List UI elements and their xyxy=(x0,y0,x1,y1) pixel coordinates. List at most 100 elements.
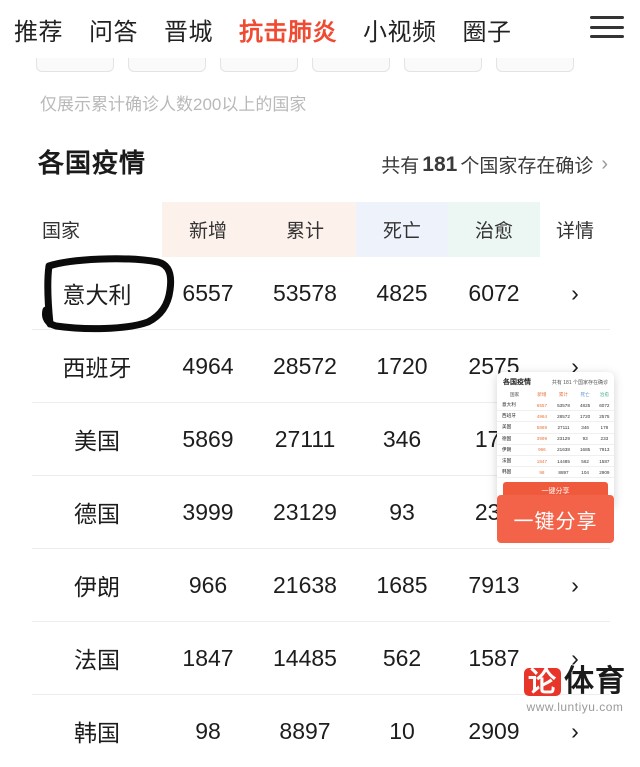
share-cell-total: 27111 xyxy=(552,422,576,433)
cell-country: 德国 xyxy=(32,476,162,549)
share-cell-cured: 1587 xyxy=(595,455,614,466)
col-header-detail: 详情 xyxy=(540,202,610,257)
share-cell-total: 8897 xyxy=(552,467,576,478)
col-header-country: 国家 xyxy=(32,202,162,257)
cell-cured: 7913 xyxy=(448,549,540,622)
share-cell-country: 美国 xyxy=(497,422,532,433)
cell-death: 93 xyxy=(356,476,448,549)
chip-partial-6[interactable] xyxy=(496,58,574,72)
share-table-row: 伊朗 966 21638 1685 7913 xyxy=(497,444,614,455)
share-cell-country: 意大利 xyxy=(497,400,532,411)
share-cell-total: 21638 xyxy=(552,444,576,455)
share-col-death: 死亡 xyxy=(576,390,595,400)
cell-new: 4964 xyxy=(162,330,254,403)
share-cell-cured: 233 xyxy=(595,433,614,444)
share-card-title: 各国疫情 xyxy=(503,377,531,387)
cell-total: 14485 xyxy=(254,622,356,695)
count-suffix: 个国家存在确诊 xyxy=(460,151,593,178)
cell-detail-arrow-icon[interactable]: › xyxy=(540,257,610,330)
share-cell-total: 14485 xyxy=(552,455,576,466)
share-cell-cured: 2909 xyxy=(595,467,614,478)
share-cell-death: 1685 xyxy=(576,444,595,455)
watermark-logo: 论 体育 xyxy=(524,667,626,697)
cell-total: 53578 xyxy=(254,257,356,330)
cell-country: 韩国 xyxy=(32,695,162,767)
cell-death: 10 xyxy=(356,695,448,767)
share-cell-cured: 2575 xyxy=(595,411,614,422)
nav-tab-qa[interactable]: 问答 xyxy=(89,12,138,47)
share-card-subtitle: 共有 181 个国家存在确诊 xyxy=(552,379,608,386)
share-cell-country: 法国 xyxy=(497,455,532,466)
share-cell-death: 562 xyxy=(576,455,595,466)
nav-tab-recommend[interactable]: 推荐 xyxy=(14,12,63,47)
share-table-row: 韩国 98 8897 104 2909 xyxy=(497,467,614,478)
section-header: 各国疫情 共有 181 个国家存在确诊 › xyxy=(0,115,640,180)
chevron-right-icon: › xyxy=(601,153,608,176)
cell-death: 562 xyxy=(356,622,448,695)
one-click-share-button[interactable]: 一键分享 xyxy=(497,495,614,543)
watermark-url: www.luntiyu.com xyxy=(524,701,626,713)
share-cell-total: 53578 xyxy=(552,400,576,411)
count-number: 181 xyxy=(422,153,457,177)
share-cell-total: 23129 xyxy=(552,433,576,444)
share-cell-country: 德国 xyxy=(497,433,532,444)
share-card-table: 国家 新增 累计 死亡 治愈 意大利 6557 53578 4825 6072 … xyxy=(497,390,614,478)
share-col-cured: 治愈 xyxy=(595,390,614,400)
nav-tab-fight-pneumonia[interactable]: 抗击肺炎 xyxy=(239,12,337,47)
cell-total: 23129 xyxy=(254,476,356,549)
nav-tab-short-video[interactable]: 小视频 xyxy=(363,12,437,47)
chip-partial-2[interactable] xyxy=(128,58,206,72)
cell-new: 966 xyxy=(162,549,254,622)
share-cell-new: 5869 xyxy=(532,422,551,433)
cell-country: 西班牙 xyxy=(32,330,162,403)
chip-partial-3[interactable] xyxy=(220,58,298,72)
col-header-cured: 治愈 xyxy=(448,202,540,257)
share-cell-death: 346 xyxy=(576,422,595,433)
share-cell-new: 966 xyxy=(532,444,551,455)
share-cell-death: 93 xyxy=(576,433,595,444)
share-cell-new: 4964 xyxy=(532,411,551,422)
chip-partial-1[interactable] xyxy=(36,58,114,72)
col-header-death: 死亡 xyxy=(356,202,448,257)
nav-tab-jincheng[interactable]: 晋城 xyxy=(164,12,213,47)
watermark: 论 体育 www.luntiyu.com xyxy=(524,667,626,713)
country-count-link[interactable]: 共有 181 个国家存在确诊 › xyxy=(381,151,608,178)
cell-total: 28572 xyxy=(254,330,356,403)
share-table-row: 法国 1847 14485 562 1587 xyxy=(497,455,614,466)
cell-new: 6557 xyxy=(162,257,254,330)
share-table-row: 德国 3999 23129 93 233 xyxy=(497,433,614,444)
chip-partial-5[interactable] xyxy=(404,58,482,72)
share-cell-new: 98 xyxy=(532,467,551,478)
cell-country: 美国 xyxy=(32,403,162,476)
hamburger-menu-icon[interactable] xyxy=(590,12,624,42)
share-col-total: 累计 xyxy=(552,390,576,400)
share-col-country: 国家 xyxy=(497,390,532,400)
share-cell-new: 3999 xyxy=(532,433,551,444)
table-row[interactable]: 伊朗 966 21638 1685 7913 › xyxy=(32,549,610,622)
table-row[interactable]: 意大利 6557 53578 4825 6072 › xyxy=(32,257,610,330)
col-header-total: 累计 xyxy=(254,202,356,257)
share-cell-cured: 178 xyxy=(595,422,614,433)
cell-new: 98 xyxy=(162,695,254,767)
watermark-text: 体育 xyxy=(564,667,626,697)
cell-country: 法国 xyxy=(32,622,162,695)
cell-country: 伊朗 xyxy=(32,549,162,622)
share-card-header: 各国疫情 共有 181 个国家存在确诊 xyxy=(497,372,614,390)
share-cell-new: 6557 xyxy=(532,400,551,411)
cell-cured: 6072 xyxy=(448,257,540,330)
count-prefix: 共有 xyxy=(381,151,419,178)
cell-total: 8897 xyxy=(254,695,356,767)
section-title: 各国疫情 xyxy=(38,143,146,180)
share-cell-country: 伊朗 xyxy=(497,444,532,455)
chip-partial-4[interactable] xyxy=(312,58,390,72)
cell-death: 1720 xyxy=(356,330,448,403)
share-cell-cured: 6072 xyxy=(595,400,614,411)
cell-detail-arrow-icon[interactable]: › xyxy=(540,549,610,622)
share-preview-card[interactable]: 各国疫情 共有 181 个国家存在确诊 国家 新增 累计 死亡 治愈 意大利 6… xyxy=(497,372,614,506)
nav-tab-circle[interactable]: 圈子 xyxy=(463,12,512,47)
share-cell-death: 104 xyxy=(576,467,595,478)
cell-death: 346 xyxy=(356,403,448,476)
share-cell-new: 1847 xyxy=(532,455,551,466)
share-table-row: 意大利 6557 53578 4825 6072 xyxy=(497,400,614,411)
cell-country: 意大利 xyxy=(32,257,162,330)
